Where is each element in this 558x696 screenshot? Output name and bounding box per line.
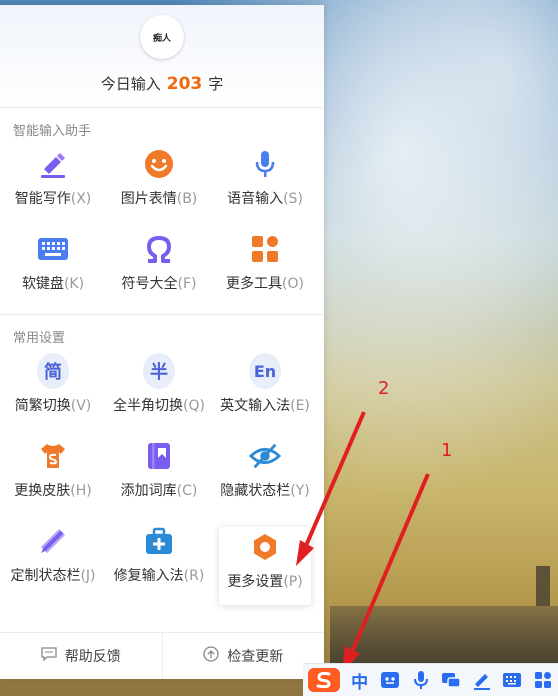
chinese-mode-toggle[interactable]: 中 bbox=[344, 664, 375, 696]
annotation-label-1: 1 bbox=[441, 440, 453, 461]
chat-bar-icon[interactable] bbox=[436, 664, 467, 696]
voice-bar-icon[interactable] bbox=[405, 664, 436, 696]
ime-status-bar: 中 bbox=[303, 663, 558, 696]
sogou-logo-icon[interactable] bbox=[303, 664, 344, 696]
emoji-bar-icon[interactable] bbox=[375, 664, 406, 696]
arrow-2-head bbox=[296, 540, 314, 566]
annotation-arrows bbox=[296, 411, 430, 672]
toolbox-bar-icon[interactable] bbox=[527, 664, 558, 696]
arrow-2-line bbox=[303, 411, 366, 549]
keyboard-bar-icon[interactable] bbox=[497, 664, 528, 696]
writing-bar-icon[interactable] bbox=[466, 664, 497, 696]
annotation-label-2: 2 bbox=[378, 378, 390, 399]
lang-indicator: 中 bbox=[351, 672, 369, 693]
arrow-1-line bbox=[350, 473, 430, 653]
